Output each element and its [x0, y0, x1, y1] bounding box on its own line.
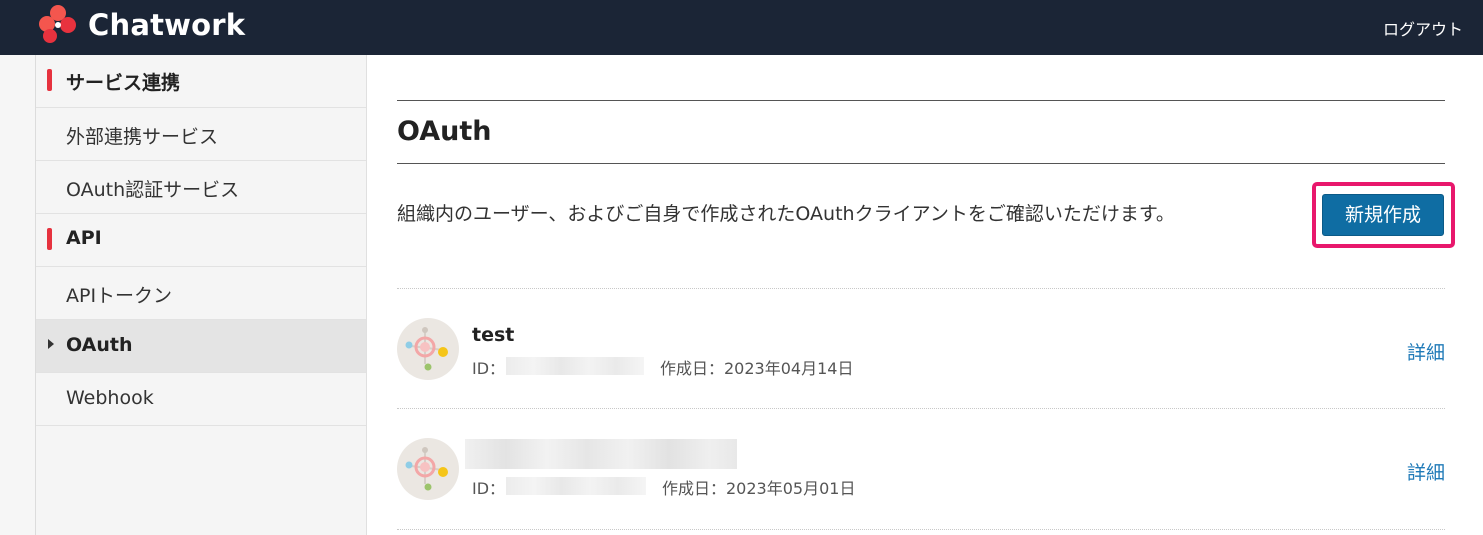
- client-detail-link[interactable]: 詳細: [1407, 458, 1445, 485]
- client-avatar-icon: [397, 438, 459, 500]
- sidebar-item-oauth-auth-services[interactable]: OAuth認証サービス: [36, 161, 366, 214]
- chatwork-logo-icon[interactable]: [36, 3, 80, 47]
- page-title: OAuth: [397, 116, 492, 147]
- client-id-label: ID：: [472, 359, 506, 378]
- sidebar-section-label: API: [66, 227, 102, 249]
- new-client-button[interactable]: 新規作成: [1322, 194, 1444, 236]
- section-accent-bar: [47, 228, 52, 250]
- sidebar-item-label: Webhook: [66, 387, 154, 409]
- client-name-redacted: [465, 439, 737, 469]
- top-header: Chatwork ログアウト: [0, 0, 1483, 55]
- sidebar-item-label: OAuth認証サービス: [66, 179, 240, 201]
- sidebar-item-label: OAuth: [66, 334, 133, 356]
- sidebar-item-label: APIトークン: [66, 285, 173, 307]
- list-item: ID： 作成日：2023年05月01日 詳細: [397, 420, 1445, 520]
- list-divider: [397, 529, 1445, 530]
- client-id-redacted: [506, 477, 646, 495]
- client-id-redacted: [506, 357, 644, 375]
- sidebar: サービス連携 外部連携サービス OAuth認証サービス API APIトークン …: [36, 55, 367, 535]
- sidebar-item-webhook[interactable]: Webhook: [36, 373, 366, 426]
- client-id-label: ID：: [472, 479, 506, 498]
- client-meta: ID： 作成日：2023年04月14日: [472, 355, 972, 378]
- title-top-divider: [397, 100, 1445, 101]
- list-divider: [397, 288, 1445, 289]
- caret-right-icon: [48, 339, 54, 349]
- sidebar-item-label: 外部連携サービス: [66, 126, 219, 148]
- sidebar-section-label: サービス連携: [66, 72, 181, 94]
- brand-name: Chatwork: [88, 8, 246, 42]
- client-created-date: 作成日：2023年04月14日: [660, 359, 854, 378]
- title-bottom-divider: [397, 163, 1445, 164]
- list-divider: [397, 408, 1445, 409]
- sidebar-section-api: API: [36, 214, 366, 267]
- sidebar-section-service-integration: サービス連携: [36, 55, 366, 108]
- logout-link[interactable]: ログアウト: [1383, 16, 1463, 40]
- client-name: test: [472, 324, 515, 346]
- list-item: test ID： 作成日：2023年04月14日 詳細: [397, 300, 1445, 400]
- client-meta: ID： 作成日：2023年05月01日: [472, 475, 972, 498]
- sidebar-item-api-token[interactable]: APIトークン: [36, 267, 366, 320]
- sidebar-item-oauth[interactable]: OAuth: [36, 320, 366, 373]
- section-accent-bar: [47, 69, 52, 91]
- client-created-date: 作成日：2023年05月01日: [662, 479, 856, 498]
- left-strip: [0, 55, 36, 535]
- client-detail-link[interactable]: 詳細: [1407, 338, 1445, 365]
- page-description: 組織内のユーザー、およびご自身で作成されたOAuthクライアントをご確認いただけ…: [397, 203, 1175, 225]
- sidebar-item-external-services[interactable]: 外部連携サービス: [36, 108, 366, 161]
- client-avatar-icon: [397, 318, 459, 380]
